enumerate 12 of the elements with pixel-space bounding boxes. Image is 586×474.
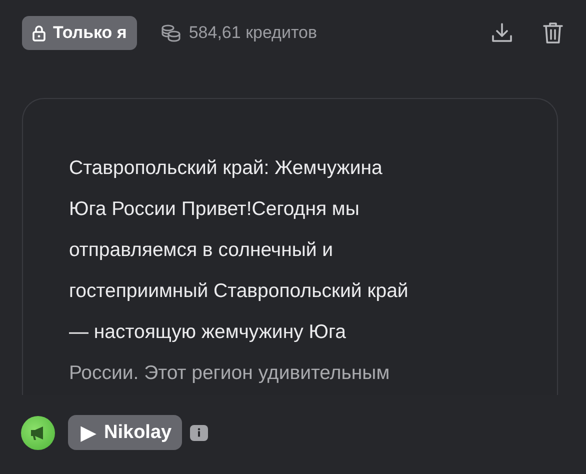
credits-balance: 584,61 кредитов <box>188 23 318 43</box>
privacy-button[interactable]: Только я <box>22 16 137 50</box>
download-button[interactable] <box>490 21 514 45</box>
voice-play-button[interactable]: ▶ Nikolay <box>68 415 182 450</box>
trash-icon <box>542 21 564 45</box>
info-icon[interactable] <box>190 424 208 440</box>
coins-icon <box>160 24 181 42</box>
delete-button[interactable] <box>542 21 564 45</box>
story-text: Ставропольский край: Жемчужина Юга России Привет!Сегодня мы отправляемся в солнечный и гостеприимный Ставропольский край — настоящую жемчужину Юга России. Этот регион удивительным <box>68 156 410 386</box>
avatar-icon <box>21 416 55 450</box>
lock-icon <box>32 24 46 42</box>
download-icon <box>490 21 514 45</box>
